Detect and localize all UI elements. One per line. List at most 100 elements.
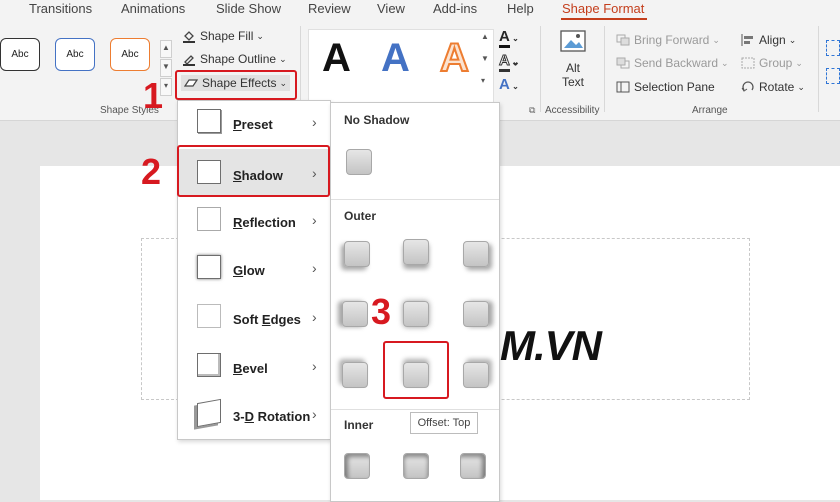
glow-icon (197, 255, 221, 279)
menu-item-label: Bevel (233, 361, 268, 376)
scroll-down-icon[interactable]: ▼ (481, 54, 491, 76)
align-icon (741, 34, 755, 46)
crop-icon[interactable] (826, 40, 840, 56)
selection-pane-label: Selection Pane (634, 80, 715, 94)
tab-slide-show[interactable]: Slide Show (216, 1, 281, 16)
align-button[interactable]: Align ⌄ (741, 33, 796, 47)
swatch-label: Abc (121, 49, 139, 60)
menu-item-glow[interactable]: Glow › (178, 247, 330, 293)
text-formatting-buttons: A ⌄ A ⌄ A ⌄ (499, 28, 529, 100)
text-effects-icon[interactable]: A ⌄ (499, 76, 529, 100)
group-icon (741, 57, 755, 69)
highlight-shape-effects (175, 70, 297, 100)
shadow-option-none[interactable] (346, 149, 372, 175)
bevel-icon (197, 353, 221, 377)
text-fill-icon[interactable]: A ⌄ (499, 28, 529, 52)
shadow-option-outer[interactable] (403, 239, 429, 265)
step-callout: 1 (143, 75, 164, 116)
3d-rotation-icon (197, 398, 221, 428)
tab-review[interactable]: Review (308, 1, 351, 16)
alt-text-label-1: Alt (565, 61, 580, 75)
tab-add-ins[interactable]: Add-ins (433, 1, 477, 16)
wordart-style[interactable]: A (322, 36, 351, 81)
step-callout: 2 (141, 151, 162, 192)
send-backward-button[interactable]: Send Backward ⌄ (616, 56, 729, 70)
menu-item-label: Glow (233, 263, 265, 278)
align-label: Align (759, 33, 786, 47)
more-icon[interactable]: ▾ (481, 76, 491, 98)
chevron-right-icon: › (312, 114, 317, 130)
tab-help[interactable]: Help (507, 1, 534, 16)
shadow-option-outer[interactable] (463, 241, 489, 267)
divider (331, 199, 499, 200)
menu-item-soft-edges[interactable]: Soft Edges › (178, 296, 330, 342)
wordart-style[interactable]: A (439, 35, 470, 81)
tab-animations[interactable]: Animations (121, 1, 185, 16)
group-button[interactable]: Group ⌄ (741, 56, 803, 70)
rotate-icon (741, 81, 755, 93)
shape-style-swatch[interactable]: Abc (0, 38, 40, 71)
tooltip: Offset: Top (410, 412, 478, 434)
swatch-label: Abc (66, 49, 84, 60)
shadow-option-outer[interactable] (403, 301, 429, 327)
wordart-style[interactable]: A (381, 36, 410, 81)
rotate-button[interactable]: Rotate ⌄ (741, 80, 805, 94)
chevron-right-icon: › (312, 358, 317, 374)
menu-item-label: 3-D Rotation (233, 409, 311, 424)
text-outline-icon[interactable]: A ⌄ (499, 52, 529, 76)
swatch-label: Abc (11, 49, 29, 60)
menu-item-reflection[interactable]: Reflection › (178, 199, 330, 245)
shadow-option-outer[interactable] (342, 362, 368, 388)
menu-item-bevel[interactable]: Bevel › (178, 345, 330, 391)
divider (331, 409, 499, 410)
menu-item-preset[interactable]: Preset › (178, 101, 330, 147)
wordart-gallery-scroll[interactable]: ▲ ▼ ▾ (481, 32, 491, 102)
shape-outline-button[interactable]: Shape Outline ⌄ (182, 52, 287, 66)
shadow-option-outer[interactable] (463, 362, 489, 388)
menu-item-label: Soft Edges (233, 312, 301, 327)
menu-item-label: Reflection (233, 215, 296, 230)
ribbon-tabs: Transitions Animations Slide Show Review… (0, 0, 840, 20)
tab-view[interactable]: View (377, 1, 405, 16)
highlight-shadow (177, 145, 330, 197)
bring-forward-label: Bring Forward (634, 33, 710, 47)
chevron-right-icon: › (312, 212, 317, 228)
accessibility-group-label: Accessibility (545, 105, 600, 116)
send-backward-icon (616, 57, 630, 69)
reflection-icon (197, 207, 221, 231)
bring-forward-icon (616, 34, 630, 46)
size-icon[interactable] (826, 68, 840, 84)
shadow-option-inner[interactable] (344, 453, 370, 479)
scroll-up-icon[interactable]: ▲ (160, 40, 172, 58)
chevron-right-icon: › (312, 406, 317, 422)
alt-text-button[interactable]: Alt Text (553, 28, 593, 98)
no-shadow-heading: No Shadow (344, 113, 410, 127)
arrange-group-label: Arrange (692, 105, 728, 116)
group-label: Group (759, 56, 793, 70)
paint-bucket-icon (182, 30, 196, 43)
shape-style-swatch[interactable]: Abc (110, 38, 150, 71)
shadow-option-inner[interactable] (403, 453, 429, 479)
scroll-up-icon[interactable]: ▲ (481, 32, 491, 54)
selection-pane-button[interactable]: Selection Pane (616, 80, 715, 94)
group-divider (818, 26, 819, 112)
dialog-launcher-icon[interactable]: ⧉ (529, 105, 535, 116)
shadow-option-outer[interactable] (342, 301, 368, 327)
step-callout: 3 (371, 291, 392, 332)
highlight-offset-top (383, 341, 449, 399)
tab-transitions[interactable]: Transitions (29, 1, 92, 16)
shadow-option-inner[interactable] (460, 453, 486, 479)
menu-item-3d-rotation[interactable]: 3-D Rotation › (178, 393, 330, 439)
wordart-gallery[interactable]: A A A (308, 29, 494, 104)
shape-fill-button[interactable]: Shape Fill ⌄ (182, 29, 264, 43)
shadow-gallery: No Shadow Outer Inner (330, 102, 500, 502)
chevron-right-icon: › (312, 260, 317, 276)
shape-style-swatch[interactable]: Abc (55, 38, 95, 71)
tab-shape-format[interactable]: Shape Format (562, 1, 644, 16)
soft-edges-icon (197, 304, 221, 328)
shadow-option-outer[interactable] (344, 241, 370, 267)
chevron-right-icon: › (312, 309, 317, 325)
outer-heading: Outer (344, 209, 377, 223)
shadow-option-outer[interactable] (463, 301, 489, 327)
bring-forward-button[interactable]: Bring Forward ⌄ (616, 33, 720, 47)
